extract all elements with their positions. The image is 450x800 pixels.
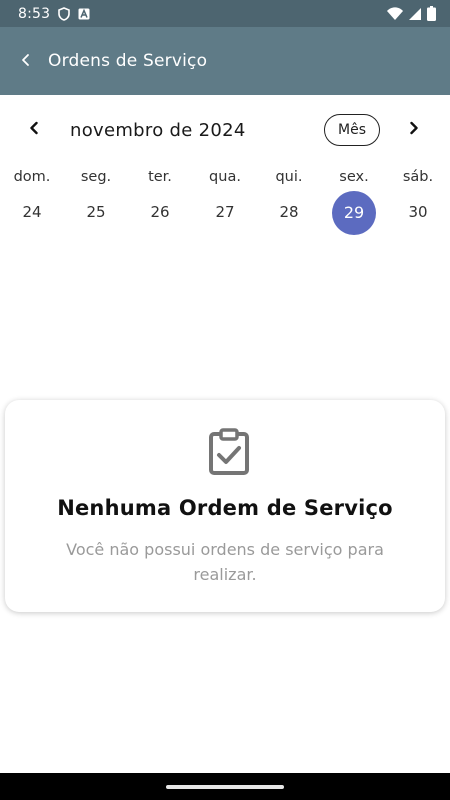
- weekday-label: qui.: [275, 169, 303, 185]
- calendar-day[interactable]: 25: [64, 192, 128, 232]
- weekday-row: dom. seg. ter. qua. qui. sex. sáb.: [0, 163, 450, 193]
- status-left: 8:53: [18, 6, 90, 22]
- next-month-button[interactable]: [394, 110, 434, 150]
- calendar-day[interactable]: 27: [193, 192, 257, 232]
- empty-state-title: Nenhuma Ordem de Serviço: [57, 496, 393, 520]
- chevron-left-icon: [20, 52, 32, 71]
- empty-state-card: Nenhuma Ordem de Serviço Você não possui…: [5, 400, 445, 612]
- weekday-label: seg.: [80, 169, 112, 185]
- signal-icon: [409, 7, 421, 20]
- prev-month-button[interactable]: [14, 110, 54, 150]
- calendar-day[interactable]: 24: [0, 192, 64, 232]
- back-button[interactable]: [2, 37, 50, 85]
- empty-state-message: Você não possui ordens de serviço para r…: [66, 540, 384, 584]
- calendar-day[interactable]: 28: [257, 192, 321, 232]
- status-time: 8:53: [18, 5, 51, 22]
- calendar-day[interactable]: 26: [128, 192, 192, 232]
- clipboard-check-icon: [207, 428, 251, 476]
- status-bar: 8:53: [0, 0, 450, 27]
- weekday-label: sex.: [339, 169, 369, 185]
- calendar-day-selected[interactable]: 29: [322, 191, 386, 235]
- weekday-label: dom.: [13, 169, 51, 185]
- chevron-right-icon: [408, 120, 420, 140]
- chevron-left-icon: [28, 120, 40, 140]
- wifi-icon: [387, 7, 403, 20]
- battery-icon: [427, 6, 436, 21]
- weekday-label: ter.: [148, 169, 172, 185]
- month-label: novembro de 2024: [70, 119, 246, 141]
- calendar-format-button[interactable]: Mês: [324, 114, 380, 146]
- calendar-header: novembro de 2024 Mês: [0, 110, 450, 150]
- page-title: Ordens de Serviço: [48, 51, 208, 71]
- status-right: [387, 6, 436, 21]
- system-nav-bar: [0, 773, 450, 800]
- shield-icon: [58, 6, 71, 21]
- selected-day-number: 29: [343, 203, 365, 222]
- day-row: 24 25 26 27 28 29 30: [0, 191, 450, 235]
- weekday-label: sáb.: [402, 169, 434, 185]
- weekday-label: qua.: [209, 169, 241, 185]
- app-bar: Ordens de Serviço: [0, 27, 450, 95]
- calendar-day[interactable]: 30: [386, 192, 450, 232]
- font-a-icon: [78, 8, 90, 20]
- home-indicator[interactable]: [166, 785, 284, 789]
